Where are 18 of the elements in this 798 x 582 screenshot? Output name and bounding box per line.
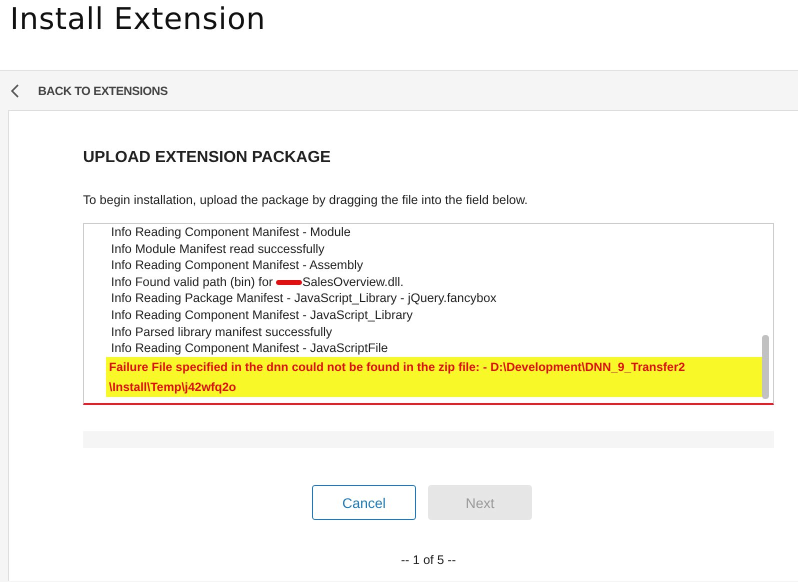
back-link[interactable]: BACK TO EXTENSIONS [8,71,798,110]
log-line: Info Reading Component Manifest - JavaScriptFile [111,340,389,357]
instructions-text: To begin installation, upload the package by dragging the file into the field below. [83,193,529,207]
log-line: Info Parsed library manifest successfully [111,324,334,340]
cancel-button[interactable]: Cancel [312,485,416,520]
log-line: Info Reading Component Manifest - Module [111,224,352,241]
error-message: Failure File specified in the dnn could not be found in the zip file: - D:\Development\DNN_9_Transfer2 \Install\Temp\j42wfq2o [106,356,762,397]
log-line: Info Reading Component Manifest - Assembly [111,257,364,274]
page-indicator: -- 1 of 5 -- [401,553,457,567]
log-line: Info Reading Package Manifest - JavaScript_Library - jQuery.fancybox [111,290,498,307]
chevron-left-icon [11,84,19,98]
section-heading: UPLOAD EXTENSION PACKAGE [83,149,332,168]
log-line: Info Module Manifest read successfully [111,240,326,258]
redaction-mark [276,280,302,285]
log-line: Info Reading Component Manifest - JavaScript_Library [111,306,414,324]
page-title: Install Extension [9,1,267,37]
log-text: SalesOverview.dll. [302,274,404,289]
log-text: Info Found valid path (bin) for [111,274,274,289]
